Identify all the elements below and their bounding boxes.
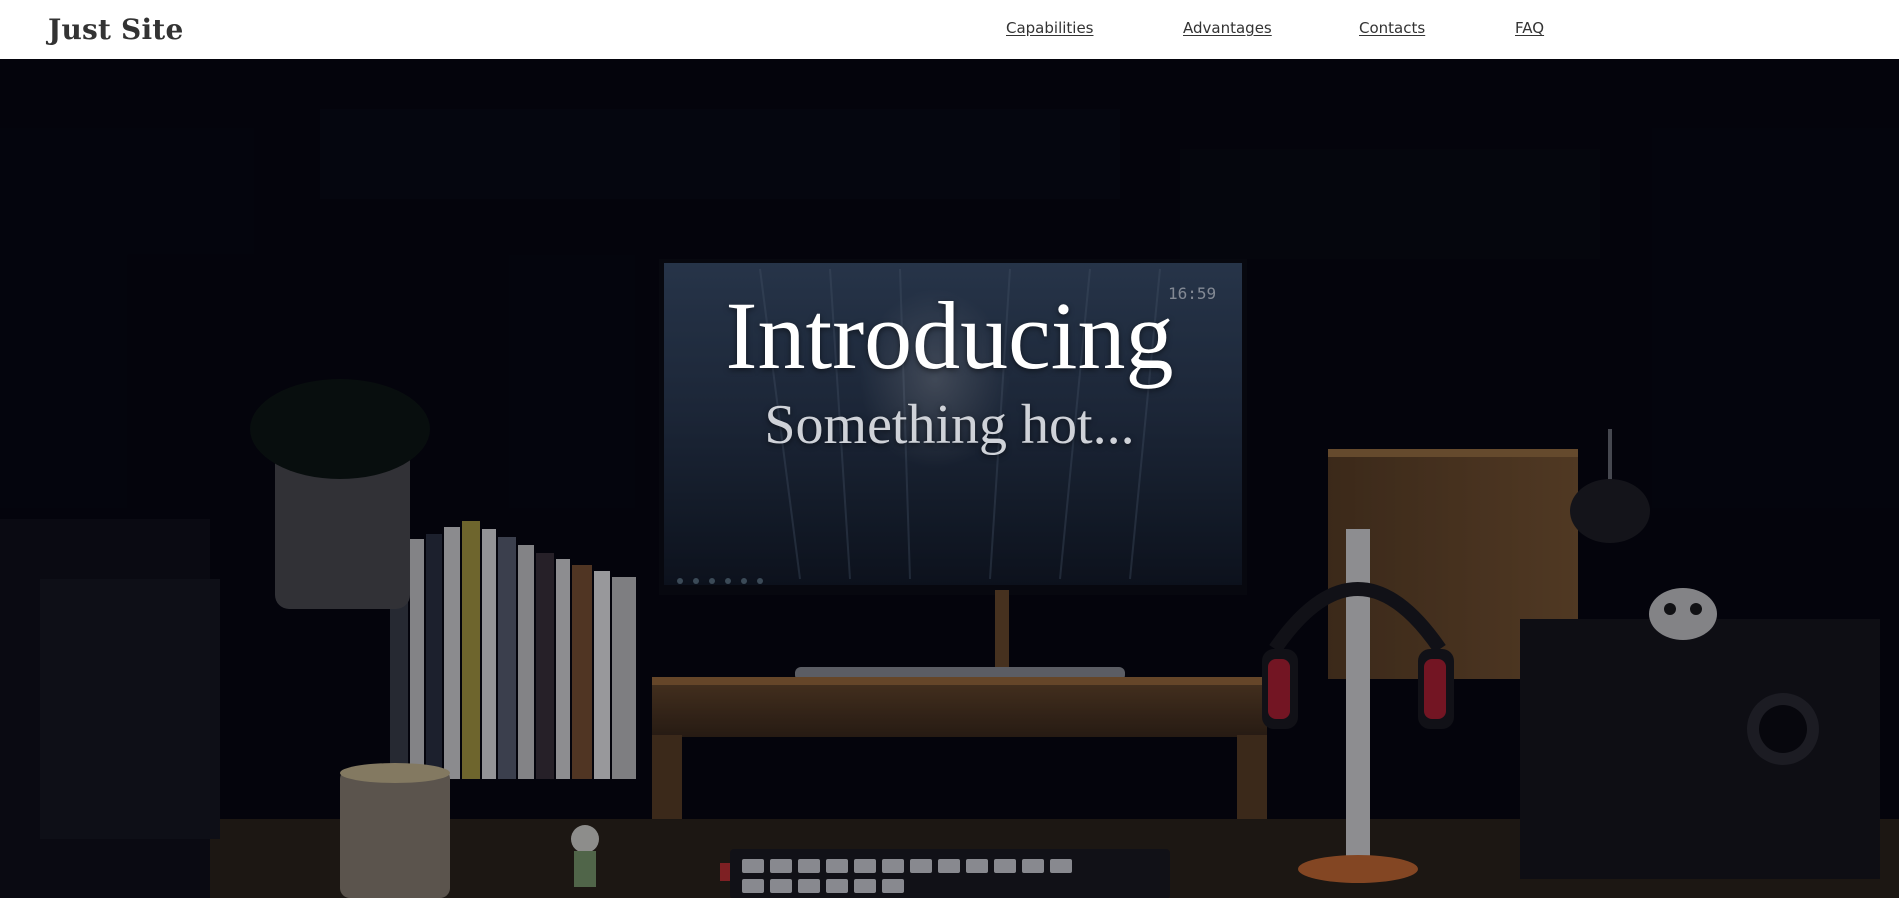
hero-subtitle: Something hot... — [764, 394, 1135, 456]
hero-dark-overlay — [0, 59, 1899, 898]
nav-link-advantages[interactable]: Advantages — [1183, 18, 1272, 38]
nav-link-capabilities[interactable]: Capabilities — [1006, 18, 1094, 38]
nav-link-faq[interactable]: FAQ — [1515, 18, 1544, 38]
hero-title: Introducing — [725, 282, 1174, 389]
site-header: Just Site Capabilities Advantages Contac… — [0, 0, 1899, 59]
site-logo[interactable]: Just Site — [48, 12, 183, 48]
nav-link-contacts[interactable]: Contacts — [1359, 18, 1425, 38]
hero-section: 16:59 Introducing Something hot... — [0, 59, 1899, 898]
